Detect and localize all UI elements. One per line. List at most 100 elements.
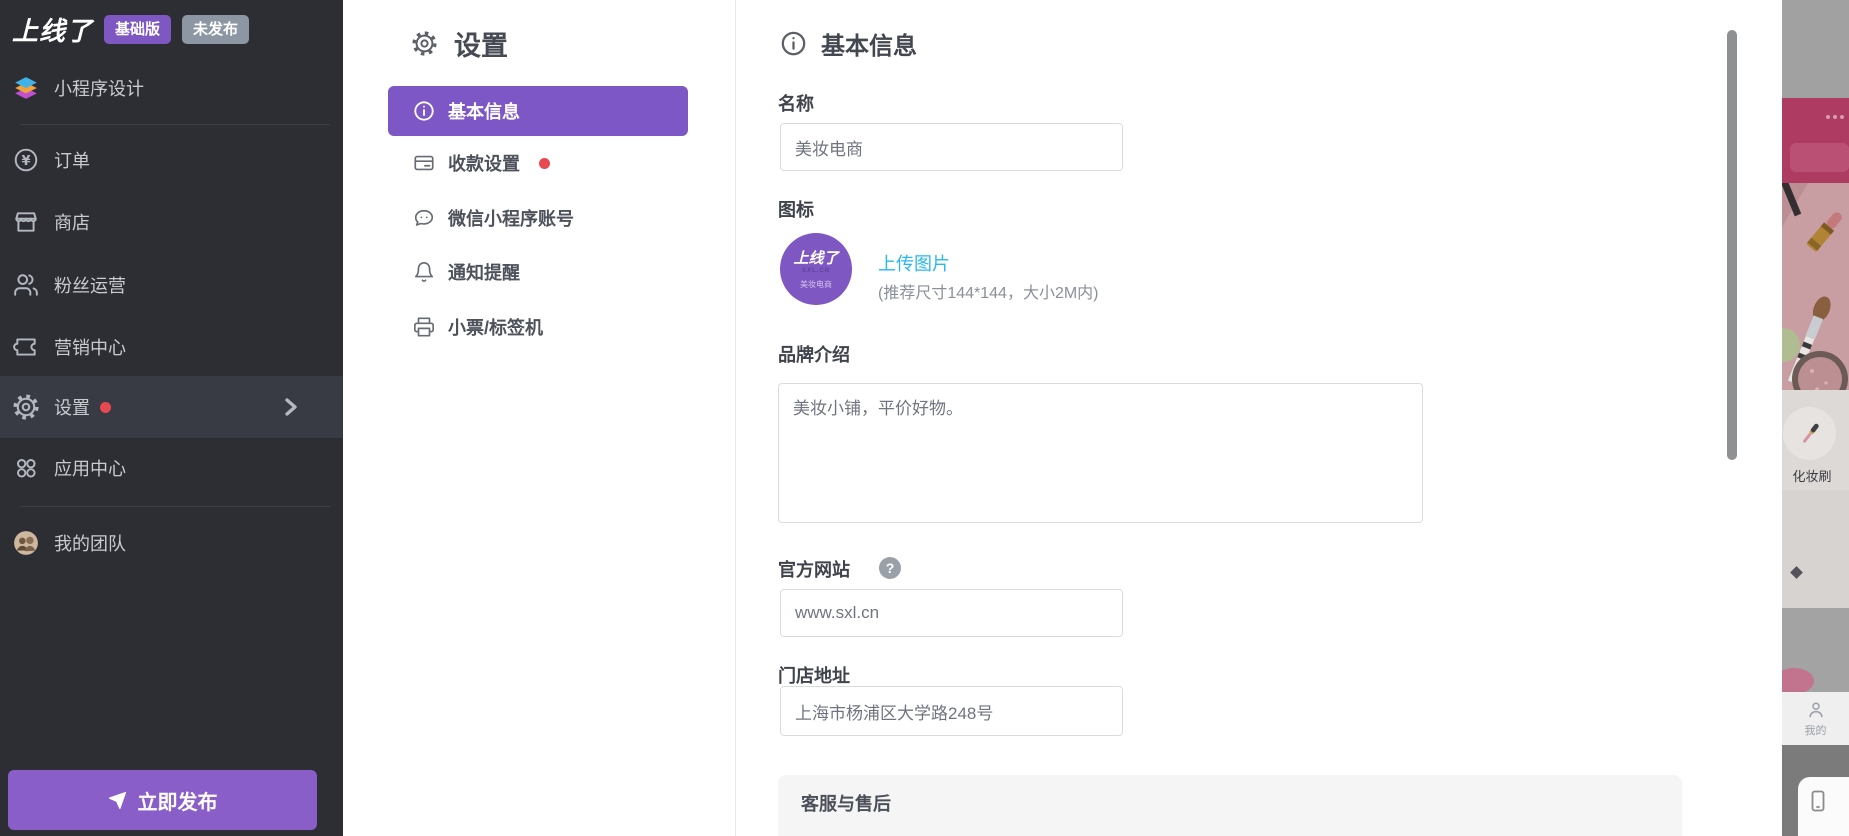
ticket-icon [13, 338, 36, 356]
svg-text:¥: ¥ [21, 154, 30, 169]
bell-icon [414, 262, 434, 282]
address-input[interactable] [780, 686, 1123, 736]
sidebar-item-label: 营销中心 [54, 338, 126, 358]
sidebar-item-fans[interactable]: 粉丝运营 [0, 254, 343, 316]
upload-image-link[interactable]: 上传图片 [878, 250, 950, 276]
card-icon [414, 155, 434, 171]
avatar-shop-text: 美妆电商 [800, 279, 832, 289]
fans-icon [14, 274, 38, 296]
website-label: 官方网站 [778, 560, 850, 580]
settings-nav-title: 设置 [454, 31, 508, 61]
section-title: 客服与售后 [801, 794, 891, 814]
brand-label: 品牌介绍 [778, 345, 850, 365]
makeup-photo [1782, 179, 1849, 407]
chat-icon [414, 209, 434, 226]
app-icon-avatar: 上线了 SXL.CN 美妆电商 [780, 233, 852, 305]
sidebar-item-label: 粉丝运营 [54, 276, 126, 296]
yen-circle-icon: ¥ [14, 148, 38, 172]
avatar-domain-text: SXL.CN [801, 267, 830, 274]
preview-photo-block [1782, 608, 1849, 694]
info-icon [781, 31, 806, 56]
app-window: 上线了 基础版 未发布 小程序设计 ¥ 订单 商店 粉丝运营 营销中心 设置 应… [0, 0, 1849, 836]
pink-flower-blob [1782, 668, 1814, 694]
makeup-brush-icon [1802, 423, 1819, 443]
sidebar-item-design[interactable]: 小程序设计 [0, 57, 343, 119]
sidebar: 上线了 基础版 未发布 小程序设计 ¥ 订单 商店 粉丝运营 营销中心 设置 应… [0, 0, 343, 836]
website-input[interactable] [780, 589, 1123, 637]
apps-icon [17, 459, 36, 478]
nav-item-printer[interactable]: 小票/标签机 [388, 305, 688, 349]
preview-category-section: 化妆刷 [1782, 390, 1849, 490]
name-input[interactable] [780, 123, 1123, 171]
customer-service-section-header: 客服与售后 [778, 775, 1682, 836]
tab-label: 我的 [1804, 724, 1827, 737]
publish-button-label: 立即发布 [137, 791, 218, 814]
sidebar-divider [20, 506, 330, 507]
nav-item-label: 通知提醒 [448, 263, 520, 283]
sidebar-item-label: 小程序设计 [54, 79, 144, 99]
team-avatar [14, 531, 38, 555]
sidebar-item-settings[interactable]: 设置 [0, 376, 343, 438]
plan-badge: 基础版 [104, 15, 172, 44]
panel-divider [735, 0, 736, 836]
preview-tabbar: 我的 [1782, 692, 1849, 745]
sidebar-item-label: 应用中心 [54, 459, 126, 479]
form-title: 基本信息 [821, 33, 917, 60]
nav-item-label: 基本信息 [448, 102, 520, 122]
store-icon [15, 212, 37, 232]
layers-icon [15, 77, 37, 99]
icon-label: 图标 [778, 200, 814, 220]
category-circle [1783, 407, 1836, 460]
logo-row: 上线了 基础版 未发布 [12, 11, 250, 48]
rocket-icon [108, 791, 126, 809]
nav-item-label: 小票/标签机 [448, 318, 544, 338]
settings-alert-dot [100, 401, 111, 413]
upload-hint: (推荐尺寸144*144，大小2M内) [878, 285, 1099, 302]
person-icon [1808, 702, 1823, 717]
preview-search-bar [1790, 143, 1849, 172]
gear-icon [13, 394, 39, 420]
preview-mid-section [1782, 490, 1849, 608]
address-label: 门店地址 [778, 666, 850, 686]
nav-item-label: 收款设置 [448, 154, 520, 174]
nav-item-basic-info[interactable]: 基本信息 [388, 86, 688, 136]
sidebar-item-marketing[interactable]: 营销中心 [0, 316, 343, 378]
sidebar-item-team[interactable]: 我的团队 [0, 512, 343, 574]
sidebar-item-label: 商店 [54, 213, 90, 233]
diamond-ornament-icon [1790, 566, 1803, 579]
preview-banner-photo [1782, 179, 1849, 407]
sidebar-item-label: 我的团队 [54, 534, 126, 554]
preview-bottom-area [1782, 745, 1849, 836]
avatar-logo-text: 上线了 [793, 249, 839, 267]
phone-preview-toggle[interactable] [1798, 777, 1849, 836]
nav-item-wechat-account[interactable]: 微信小程序账号 [388, 196, 688, 240]
sidebar-item-orders[interactable]: ¥ 订单 [0, 129, 343, 191]
nav-item-label: 微信小程序账号 [448, 209, 574, 229]
sidebar-item-label: 订单 [54, 151, 90, 171]
preview-header [1782, 98, 1849, 183]
settings-nav-header: 设置 [412, 24, 508, 63]
more-dots-icon [1826, 115, 1844, 119]
form-header: 基本信息 [780, 26, 917, 61]
app-logo: 上线了 [12, 16, 94, 46]
publish-status-badge: 未发布 [182, 15, 250, 44]
info-icon [414, 101, 434, 121]
category-label: 化妆刷 [1792, 469, 1832, 484]
brand-intro-textarea[interactable]: 美妆小铺，平价好物。 [778, 383, 1423, 523]
sidebar-item-label: 设置 [54, 398, 90, 418]
name-label: 名称 [778, 94, 814, 114]
gear-icon [412, 31, 437, 56]
preview-statusbar-area [1782, 0, 1849, 98]
scrollbar[interactable] [1727, 30, 1737, 460]
nav-item-notifications[interactable]: 通知提醒 [388, 250, 688, 294]
smartphone-icon [1811, 790, 1825, 812]
publish-button[interactable]: 立即发布 [8, 770, 317, 830]
phone-preview-strip: 化妆刷 我的 [1782, 0, 1849, 836]
sidebar-item-app-center[interactable]: 应用中心 [0, 437, 343, 499]
chevron-right-icon [285, 398, 297, 416]
sidebar-item-store[interactable]: 商店 [0, 191, 343, 253]
help-icon[interactable]: ? [879, 557, 901, 579]
payment-alert-dot [539, 157, 550, 169]
nav-item-payment[interactable]: 收款设置 [388, 141, 688, 185]
sidebar-divider [20, 124, 330, 125]
